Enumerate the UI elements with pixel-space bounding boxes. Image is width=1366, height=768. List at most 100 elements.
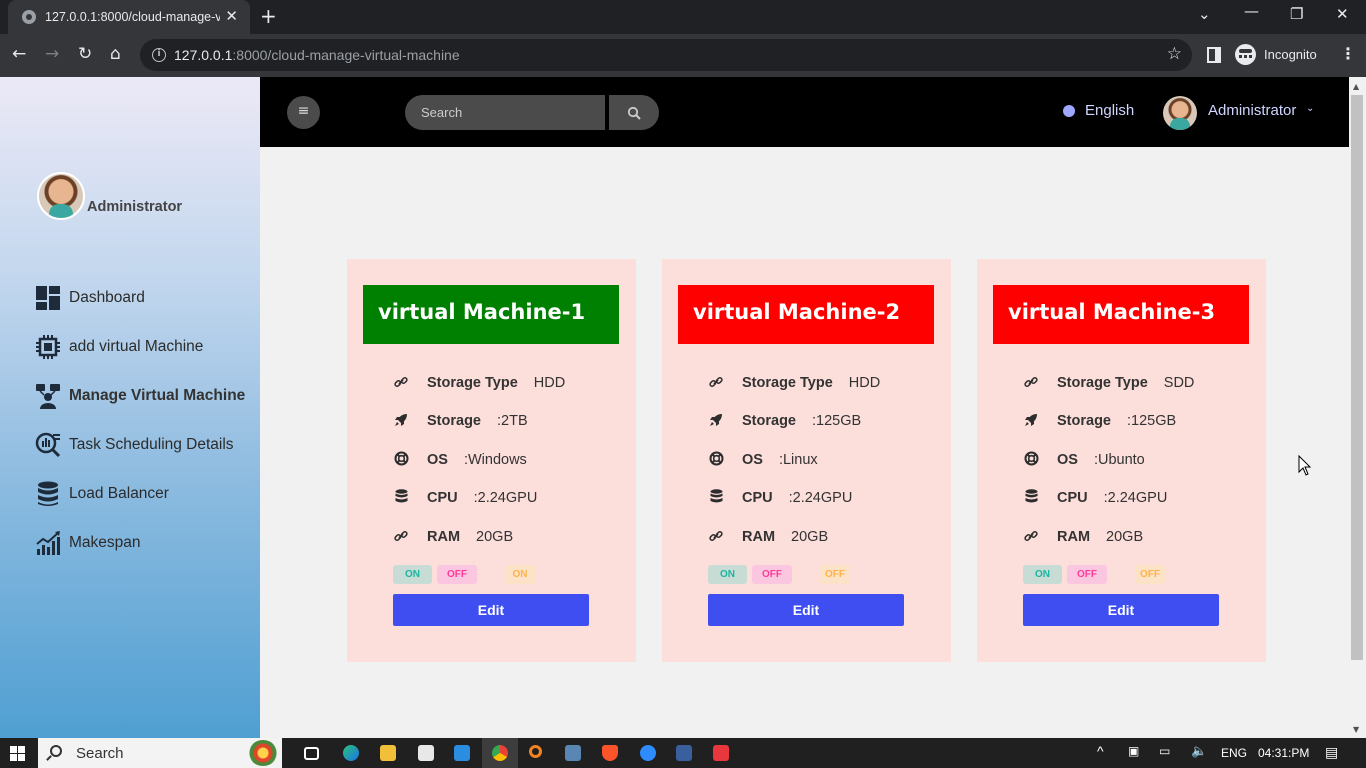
sidebar-item-load-balancer[interactable]: Load Balancer xyxy=(35,481,169,507)
search-tool-icon[interactable] xyxy=(529,745,542,758)
vm-spec-value: HDD xyxy=(848,375,881,391)
url-text[interactable]: 127.0.0.1:8000/cloud-manage-virtual-mach… xyxy=(174,47,460,63)
vm-spec-row: OS:Ubunto xyxy=(1023,450,1145,470)
tray-device-icon[interactable]: ▣ xyxy=(1128,744,1139,758)
database-icon xyxy=(35,481,61,507)
vm-spec-value: :2.24GPU xyxy=(1103,490,1168,506)
vm-spec-label: Storage xyxy=(427,413,481,429)
browser-menu-icon[interactable]: ⋮ xyxy=(1340,44,1356,63)
on-button[interactable]: ON xyxy=(1023,565,1062,584)
sidebar: Administrator Dashboard add virtual Mach… xyxy=(0,77,260,738)
taskbar-search[interactable]: Search xyxy=(38,738,282,768)
search-button[interactable] xyxy=(609,95,659,130)
on-button[interactable]: ON xyxy=(393,565,432,584)
url-path: :8000/cloud-manage-virtual-machine xyxy=(232,47,460,63)
page-scrollbar[interactable]: ▲ ▼ xyxy=(1349,77,1366,738)
task-view-icon[interactable] xyxy=(304,747,319,760)
file-explorer-icon[interactable] xyxy=(380,745,396,761)
new-tab-icon[interactable]: + xyxy=(260,6,277,26)
site-info-icon[interactable]: i xyxy=(152,48,166,62)
vscode-icon[interactable] xyxy=(454,745,470,761)
volume-icon[interactable]: 🔈 xyxy=(1191,743,1207,759)
vm-spec-row: CPU:2.24GPU xyxy=(1023,488,1167,508)
vm-spec-row: RAM 20GB xyxy=(1023,527,1143,547)
anydesk-icon[interactable] xyxy=(713,745,729,761)
browser-tab-strip: 127.0.0.1:8000/cloud-manage-vir ✕ + ⌄ — … xyxy=(0,0,1366,34)
avatar[interactable] xyxy=(1163,96,1197,130)
lifebuoy-icon xyxy=(708,451,724,469)
sidebar-item-add-virtual-machine[interactable]: add virtual Machine xyxy=(35,334,203,360)
edit-button[interactable]: Edit xyxy=(708,594,904,626)
edge-icon[interactable] xyxy=(343,745,359,761)
vm-spec-row: Storage:2TB xyxy=(393,411,528,431)
side-panel-icon[interactable] xyxy=(1207,47,1221,63)
status-badge: OFF xyxy=(1135,565,1165,584)
vm-spec-row: OS:Linux xyxy=(708,450,818,470)
sidebar-item-makespan[interactable]: Makespan xyxy=(35,530,141,556)
tab-close-icon[interactable]: ✕ xyxy=(225,8,238,24)
vm-spec-value: HDD xyxy=(533,375,566,391)
sidebar-item-label: add virtual Machine xyxy=(69,338,204,355)
on-button[interactable]: ON xyxy=(708,565,747,584)
scrollbar-thumb[interactable] xyxy=(1351,95,1363,660)
chart-icon xyxy=(35,530,61,556)
browser-tab[interactable]: 127.0.0.1:8000/cloud-manage-vir ✕ xyxy=(8,0,250,34)
scroll-up-icon[interactable]: ▲ xyxy=(1353,82,1359,91)
zoom-icon[interactable] xyxy=(640,745,656,761)
off-button[interactable]: OFF xyxy=(752,565,792,584)
vm-spec-value: 20GB xyxy=(791,529,829,545)
vm-spec-label: Storage xyxy=(1057,413,1111,429)
chevron-down-icon[interactable]: ⌄ xyxy=(1306,103,1314,114)
incognito-indicator[interactable]: Incognito xyxy=(1235,44,1317,65)
window-close-icon[interactable]: ✕ xyxy=(1336,5,1349,23)
vm-spec-row: Storage:125GB xyxy=(1023,411,1176,431)
language-selector[interactable]: English xyxy=(1063,102,1134,119)
sidebar-item-manage-virtual-machine[interactable]: Manage Virtual Machine xyxy=(35,383,245,409)
search-icon xyxy=(627,106,641,120)
app-window-icon[interactable] xyxy=(565,745,581,761)
notification-icon[interactable]: ▤ xyxy=(1325,744,1338,761)
tray-language[interactable]: ENG xyxy=(1221,746,1247,760)
brave-icon[interactable] xyxy=(602,745,618,761)
search-highlight-icon xyxy=(248,740,278,766)
sidebar-item-dashboard[interactable]: Dashboard xyxy=(35,285,145,311)
home-icon[interactable]: ⌂ xyxy=(110,44,121,64)
windows-start-icon[interactable] xyxy=(10,746,25,761)
mouse-cursor-icon xyxy=(1298,455,1312,476)
edit-button[interactable]: Edit xyxy=(393,594,589,626)
chrome-icon[interactable] xyxy=(492,745,508,761)
remote-desktop-icon[interactable] xyxy=(676,745,692,761)
scroll-down-icon[interactable]: ▼ xyxy=(1353,725,1359,734)
incognito-icon xyxy=(1235,44,1256,65)
vm-spec-label: RAM xyxy=(427,529,461,545)
tab-search-chevron-icon[interactable]: ⌄ xyxy=(1198,5,1211,23)
off-button[interactable]: OFF xyxy=(437,565,477,584)
minimize-icon[interactable]: — xyxy=(1244,2,1259,20)
database-icon xyxy=(1023,489,1039,507)
reload-icon[interactable]: ↻ xyxy=(78,44,92,64)
vm-card-title: virtual Machine-1 xyxy=(363,285,619,344)
rocket-icon xyxy=(393,413,409,430)
bookmark-star-icon[interactable]: ☆ xyxy=(1167,44,1182,64)
vm-spec-label: OS xyxy=(742,452,763,468)
link-icon xyxy=(1023,375,1039,392)
hamburger-menu-icon[interactable]: ≡ xyxy=(287,96,320,129)
vm-spec-label: Storage Type xyxy=(1057,375,1148,391)
vm-spec-row: OS:Windows xyxy=(393,450,527,470)
restore-icon[interactable]: ❐ xyxy=(1290,5,1303,23)
user-menu-label[interactable]: Administrator xyxy=(1208,102,1296,119)
back-icon[interactable]: ← xyxy=(12,44,26,64)
battery-icon[interactable]: ▭ xyxy=(1159,744,1170,758)
off-button[interactable]: OFF xyxy=(1067,565,1107,584)
link-icon xyxy=(1023,529,1039,546)
tray-chevron-icon[interactable]: ^ xyxy=(1097,743,1104,759)
app-icon[interactable] xyxy=(418,745,434,761)
tray-clock[interactable]: 04:31:PM xyxy=(1258,746,1309,760)
address-bar[interactable]: i 127.0.0.1:8000/cloud-manage-virtual-ma… xyxy=(140,39,1192,71)
forward-icon[interactable]: → xyxy=(45,44,59,64)
sidebar-item-task-scheduling-details[interactable]: Task Scheduling Details xyxy=(35,432,234,458)
vm-spec-value: SDD xyxy=(1163,375,1195,391)
edit-button[interactable]: Edit xyxy=(1023,594,1219,626)
vm-spec-row: CPU:2.24GPU xyxy=(393,488,537,508)
search-input[interactable]: Search xyxy=(405,95,605,130)
